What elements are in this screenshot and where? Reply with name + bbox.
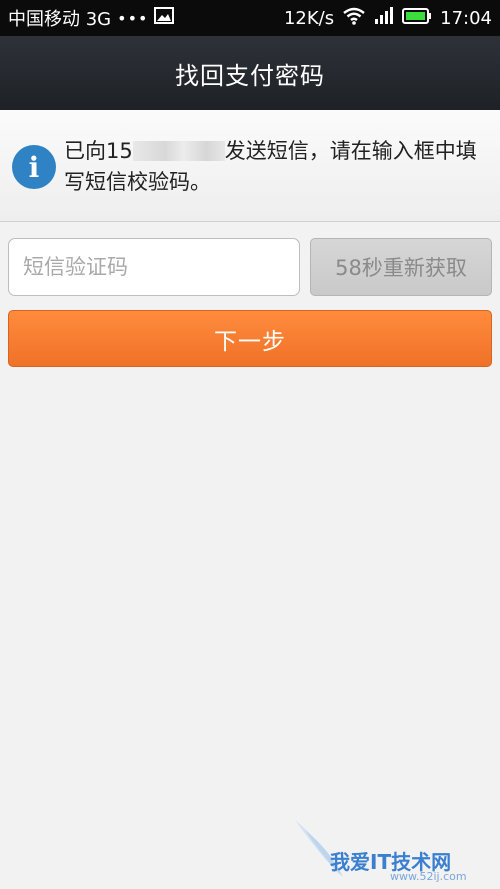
notice-text: 已向15 发送短信，请在输入框中填写短信校验码。	[64, 136, 494, 198]
carrier-label: 中国移动 3G	[8, 9, 112, 30]
page-title: 找回支付密码	[175, 61, 325, 90]
sms-code-input[interactable]	[8, 238, 300, 296]
clock: 17:04	[440, 7, 492, 29]
notification-dots: •••	[117, 8, 149, 28]
masked-phone-number	[132, 141, 225, 161]
image-icon	[154, 7, 175, 29]
status-bar: 中国移动 3G ••• 12K/s 17:04	[0, 0, 500, 36]
status-bar-left: 中国移动 3G •••	[8, 5, 175, 31]
notice-text-prefix: 已向15	[64, 139, 133, 163]
status-bar-right: 12K/s 17:04	[283, 6, 492, 30]
signal-icon	[374, 6, 394, 30]
watermark-url: www.52ij.com	[390, 870, 467, 883]
info-icon: i	[12, 145, 56, 189]
resend-code-button[interactable]: 58秒重新获取	[310, 238, 492, 296]
wifi-icon	[342, 7, 366, 30]
network-speed: 12K/s	[283, 7, 335, 29]
battery-icon	[402, 7, 432, 29]
next-step-button[interactable]: 下一步	[8, 310, 492, 367]
header-bar: 找回支付密码	[0, 36, 500, 111]
